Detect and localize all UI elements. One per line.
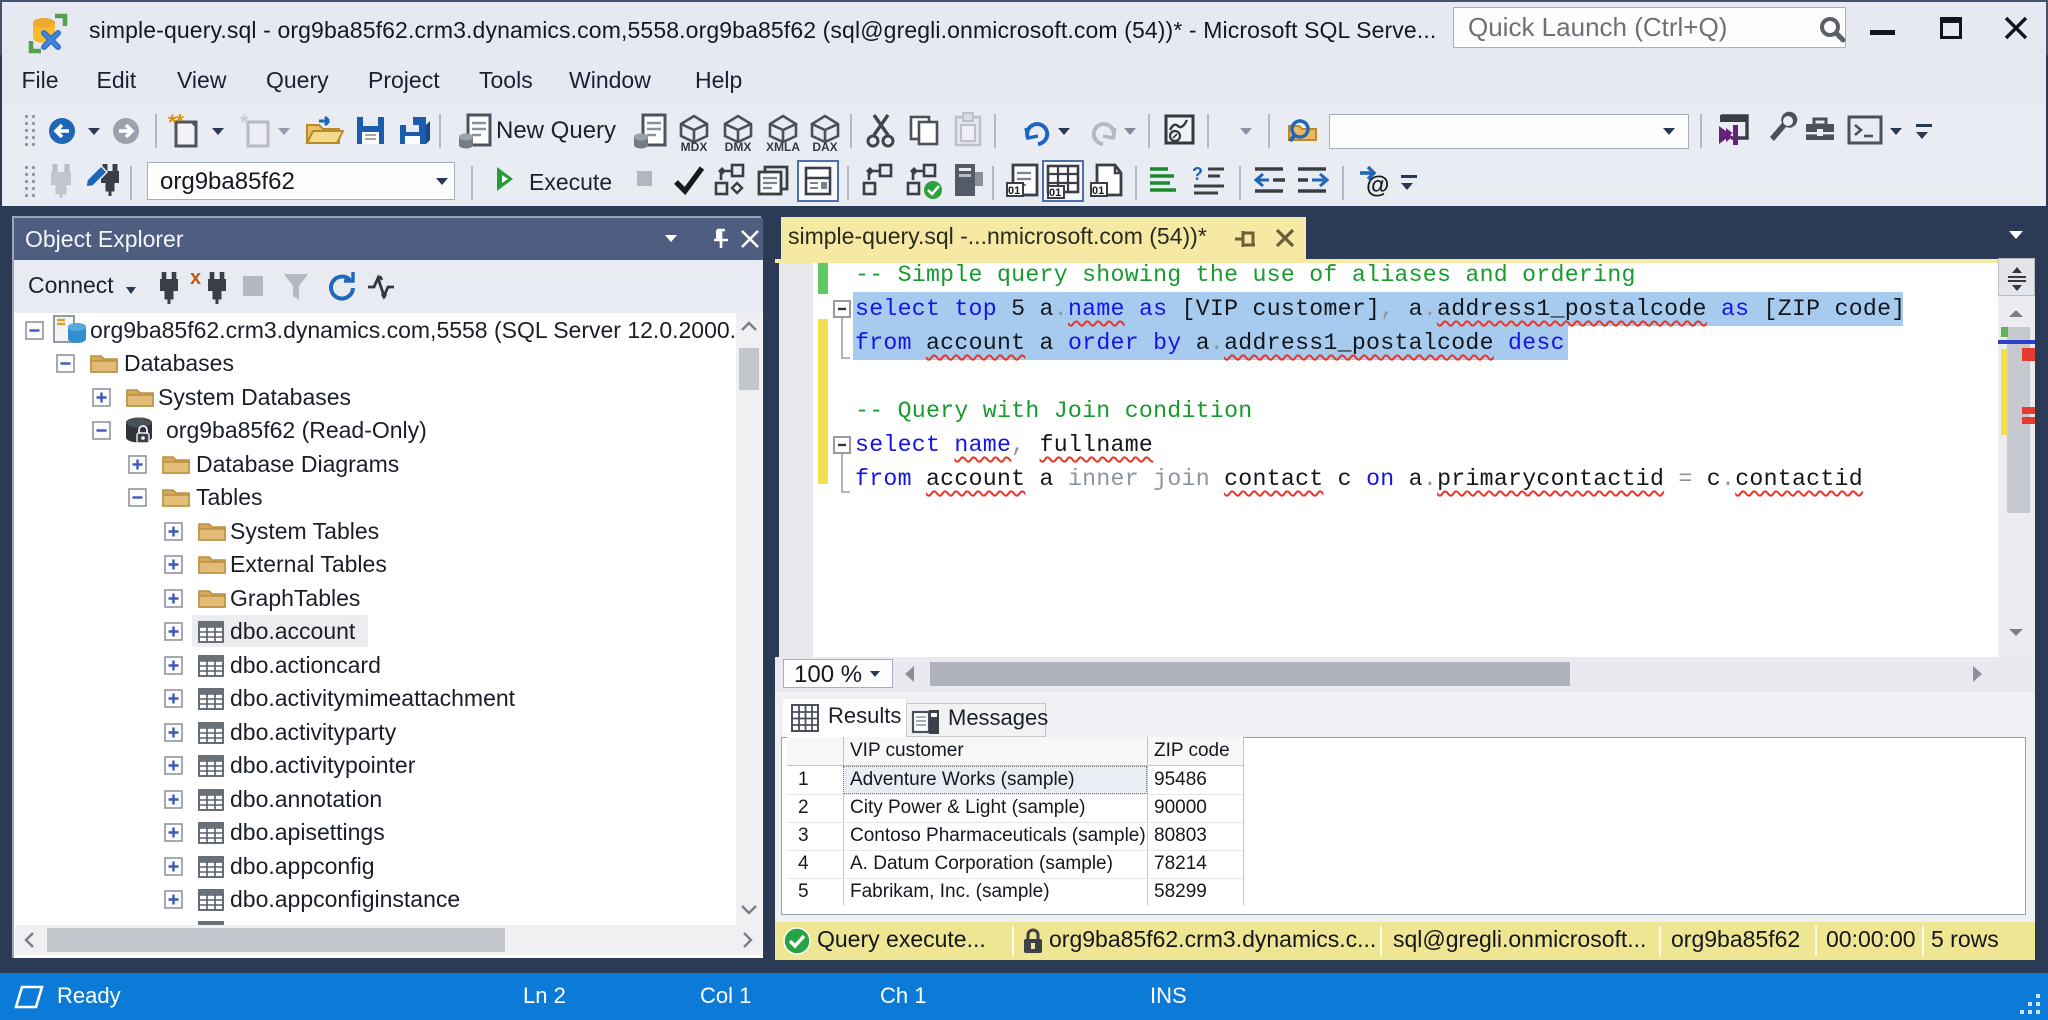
svg-text:DMX: DMX — [725, 140, 752, 154]
svg-text:DAX: DAX — [812, 140, 837, 154]
svg-text:*: * — [240, 110, 249, 135]
svg-text:*: * — [176, 111, 184, 133]
svg-text:?: ? — [1192, 164, 1203, 184]
svg-text:01: 01 — [1092, 185, 1104, 197]
svg-text:XMLA: XMLA — [766, 140, 800, 154]
svg-text:@: @ — [1366, 172, 1389, 199]
svg-text:01: 01 — [1008, 185, 1020, 197]
svg-text:x: x — [190, 267, 201, 289]
svg-text:01: 01 — [1049, 187, 1061, 199]
svg-text:MDX: MDX — [681, 140, 708, 154]
